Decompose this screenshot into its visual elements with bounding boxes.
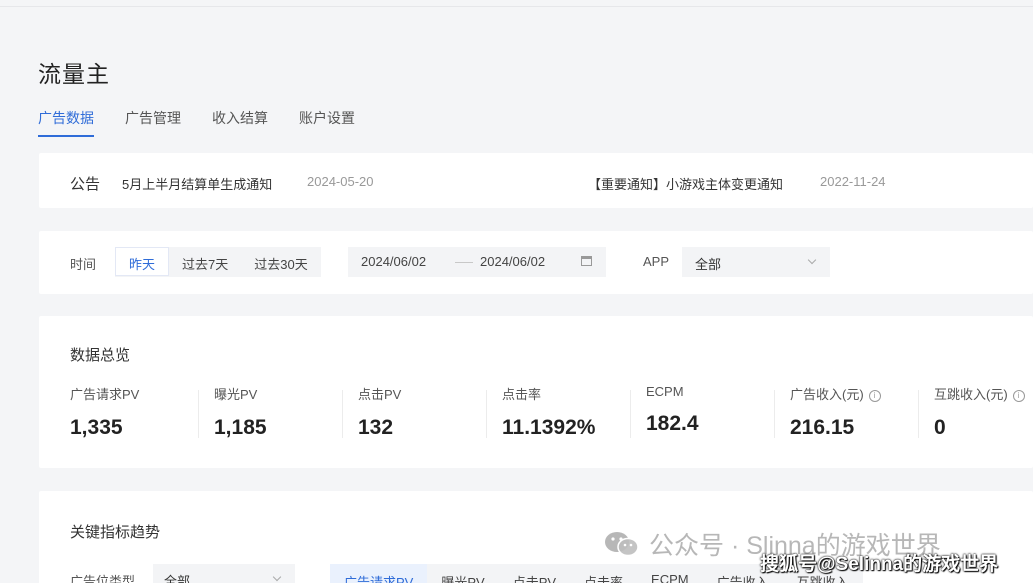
app-title: 流量主 — [38, 61, 110, 87]
metric-divider — [774, 390, 775, 438]
metric-label: 互跳收入(元) i — [934, 384, 1033, 403]
metric-value: 1,185 — [214, 416, 267, 439]
tab-ad-management[interactable]: 广告管理 — [125, 108, 181, 137]
notice-date: 2022-11-24 — [820, 174, 886, 189]
time-label: 时间 — [70, 257, 97, 272]
date-separator — [455, 262, 473, 263]
trend-tab-impressions[interactable]: 曝光PV — [427, 564, 498, 583]
ad-position-value: 全部 — [164, 574, 191, 583]
end-date[interactable]: 2024/06/02 — [480, 254, 545, 269]
notice-label: 公告 — [70, 176, 101, 193]
metric-value: 11.1392% — [502, 416, 596, 439]
app-label: APP — [643, 254, 670, 269]
trend-tab-ad-requests[interactable]: 广告请求PV — [330, 564, 428, 583]
notice-card: 公告 5月上半月结算单生成通知 2024-05-20 【重要通知】小游戏主体变更… — [39, 153, 1033, 208]
info-icon[interactable]: i — [1012, 390, 1025, 402]
calendar-icon[interactable] — [581, 256, 592, 266]
metric-value: 216.15 — [790, 416, 855, 439]
metric-ad-income: 广告收入(元) i 216.15 — [790, 384, 934, 454]
metric-label: 广告收入(元) i — [790, 384, 934, 403]
info-icon[interactable]: i — [868, 390, 881, 402]
metric-label: 点击率 — [502, 387, 542, 402]
page: 流量主 广告数据 广告管理 收入结算 账户设置 公告 5月上半月结算单生成通知 … — [0, 0, 1033, 583]
metric-label-text: 广告收入(元) — [790, 387, 864, 402]
metric-clicks: 点击PV 132 — [358, 384, 502, 454]
notice-date: 2024-05-20 — [307, 174, 374, 189]
metric-impressions: 曝光PV 1,185 — [214, 384, 358, 454]
time-range-selector: 昨天 过去7天 过去30天 — [115, 247, 321, 277]
overview-title: 数据总览 — [70, 347, 131, 364]
tab-ad-data[interactable]: 广告数据 — [38, 108, 94, 137]
metric-value: 1,335 — [70, 416, 123, 439]
app-select-value: 全部 — [695, 257, 722, 272]
metric-divider — [486, 390, 487, 438]
range-last-7-days[interactable]: 过去7天 — [169, 247, 241, 277]
metric-divider — [342, 390, 343, 438]
metric-value: 132 — [358, 416, 394, 439]
metric-divider — [918, 390, 919, 438]
metric-ctr: 点击率 11.1392% — [502, 384, 646, 454]
chevron-down-icon — [807, 255, 817, 265]
trend-tab-ctr[interactable]: 点击率 — [570, 564, 637, 583]
overview-card: 数据总览 广告请求PV 1,335 曝光PV 1,185 点击PV 132 点击… — [39, 316, 1033, 468]
app-select[interactable]: 全部 — [682, 247, 830, 277]
notice-link[interactable]: 5月上半月结算单生成通知 — [122, 174, 272, 193]
metric-label: ECPM — [646, 384, 684, 399]
range-last-30-days[interactable]: 过去30天 — [241, 247, 320, 277]
tab-account-settings[interactable]: 账户设置 — [299, 108, 355, 137]
sohu-watermark: 搜狐号@Selinna的游戏世界 — [760, 554, 999, 575]
ad-position-label: 广告位类型 — [70, 574, 136, 583]
trend-tab-ecpm[interactable]: ECPM — [637, 564, 703, 583]
top-divider — [0, 6, 1033, 7]
trend-title: 关键指标趋势 — [70, 524, 161, 541]
tab-income-settlement[interactable]: 收入结算 — [212, 108, 268, 137]
wechat-icon — [605, 532, 639, 557]
metric-label-text: 互跳收入(元) — [934, 387, 1008, 402]
trend-tab-clicks[interactable]: 点击PV — [499, 564, 570, 583]
filter-card: 时间 昨天 过去7天 过去30天 2024/06/02 2024/06/02 A… — [39, 231, 1033, 294]
metric-divider — [198, 390, 199, 438]
metric-ecpm: ECPM 182.4 — [646, 384, 790, 454]
metric-ad-requests: 广告请求PV 1,335 — [70, 384, 214, 454]
metric-label: 点击PV — [358, 387, 402, 402]
metric-value: 0 — [934, 416, 946, 439]
metric-divider — [630, 390, 631, 438]
metric-label: 广告请求PV — [70, 387, 140, 402]
main-nav: 广告数据 广告管理 收入结算 账户设置 — [38, 108, 386, 137]
chevron-down-icon — [272, 572, 282, 582]
metric-jump-income: 互跳收入(元) i 0 — [934, 384, 1033, 454]
range-yesterday[interactable]: 昨天 — [115, 247, 170, 276]
metric-value: 182.4 — [646, 412, 699, 435]
metric-label: 曝光PV — [214, 387, 258, 402]
date-range-picker[interactable]: 2024/06/02 2024/06/02 — [348, 247, 606, 277]
ad-position-select[interactable]: 全部 — [153, 564, 295, 583]
start-date[interactable]: 2024/06/02 — [361, 254, 426, 269]
notice-link[interactable]: 【重要通知】小游戏主体变更通知 — [588, 174, 783, 193]
